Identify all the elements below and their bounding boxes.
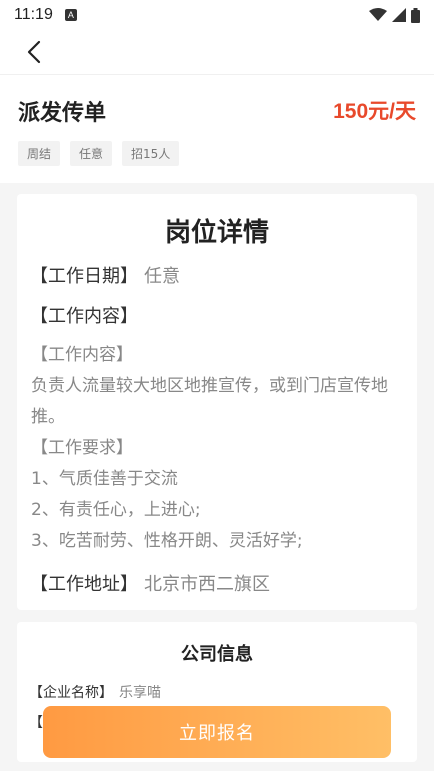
description-line: 负责人流量较大地区地推宣传，或到门店宣传地推。 [31,376,388,427]
job-detail-card: 岗位详情 【工作日期】 任意 【工作内容】 【工作内容】 负责人流量较大地区地推宣… [17,194,417,610]
work-address-value: 北京市西二旗区 [144,574,270,595]
company-second-row: 【 [29,715,43,731]
work-date-row: 【工作日期】 任意 [30,262,180,288]
work-date-label: 【工作日期】 [30,266,138,287]
tag-schedule: 任意 [70,141,113,166]
status-icons [369,7,420,23]
work-content-label: 【工作内容】 [30,306,138,327]
description-line: 【工作内容】 [31,345,133,365]
description-line: 1、气质佳善于交流 [31,469,178,489]
job-salary: 150元/天 [333,100,416,123]
nav-bar [0,30,434,75]
work-date-value: 任意 [144,266,180,287]
job-tags: 周结 任意 招15人 [18,141,180,166]
job-title: 派发传单 [18,101,107,126]
work-address-label: 【工作地址】 [30,574,138,595]
detail-heading: 岗位详情 [164,218,269,248]
apply-button[interactable]: 立即报名 [43,706,391,758]
notification-icon: A [64,9,77,21]
company-name-label: 【企业名称】 [29,685,113,701]
job-header: 派发传单 150元/天 周结 任意 招15人 [0,75,434,183]
work-address-row: 【工作地址】 北京市西二旗区 [30,570,270,596]
tag-headcount: 招15人 [122,141,180,166]
battery-icon [411,7,420,23]
status-bar: 11:19 A [0,0,434,30]
back-arrow-icon[interactable] [22,38,50,66]
job-description: 【工作内容】 负责人流量较大地区地推宣传，或到门店宣传地推。 【工作要求】 1、… [31,340,403,557]
company-name-row: 【企业名称】 乐享喵 [29,682,161,702]
tag-settlement: 周结 [18,141,61,166]
description-line: 3、吃苦耐劳、性格开朗、灵活好学; [31,531,303,551]
company-name-value: 乐享喵 [119,685,161,701]
wifi-icon [369,8,387,21]
description-line: 2、有责任心，上进心; [31,500,201,520]
signal-icon [392,8,406,22]
description-line: 【工作要求】 [31,438,133,458]
status-time: 11:19 [14,6,53,23]
company-heading: 公司信息 [181,644,253,665]
